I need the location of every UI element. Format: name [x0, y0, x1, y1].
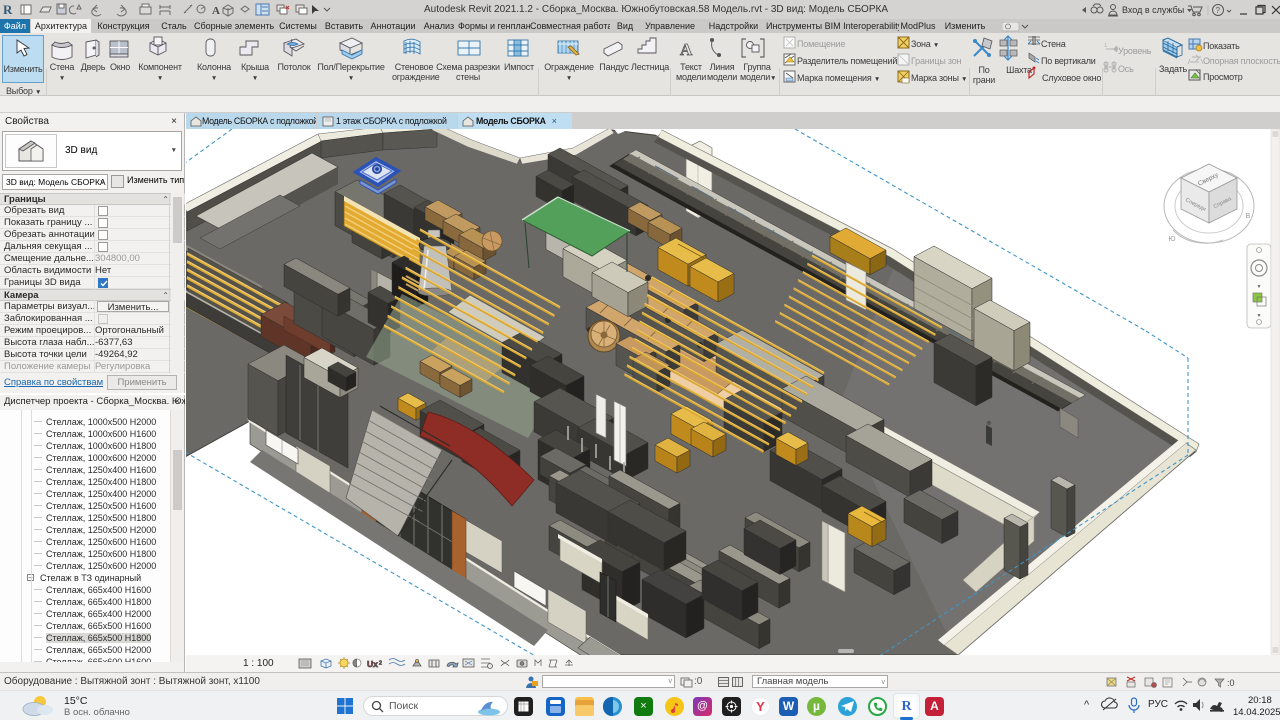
svg-text:A: A	[212, 5, 220, 17]
svg-text:R: R	[3, 2, 13, 17]
svg-text:²: ²	[379, 659, 382, 669]
svg-text:▼: ▼	[1257, 313, 1262, 319]
svg-text:Ю: Ю	[1168, 236, 1175, 243]
svg-text:В: В	[1246, 213, 1251, 220]
svg-text::0: :0	[1227, 678, 1235, 688]
svg-text:?: ?	[1216, 6, 1221, 15]
svg-text:A: A	[680, 40, 693, 59]
svg-text:1: 1	[1104, 43, 1108, 49]
svg-text:▼: ▼	[1257, 284, 1262, 290]
svg-text:Ux: Ux	[367, 659, 378, 669]
svg-text:Вход в службы: Вход в службы	[1122, 5, 1184, 15]
